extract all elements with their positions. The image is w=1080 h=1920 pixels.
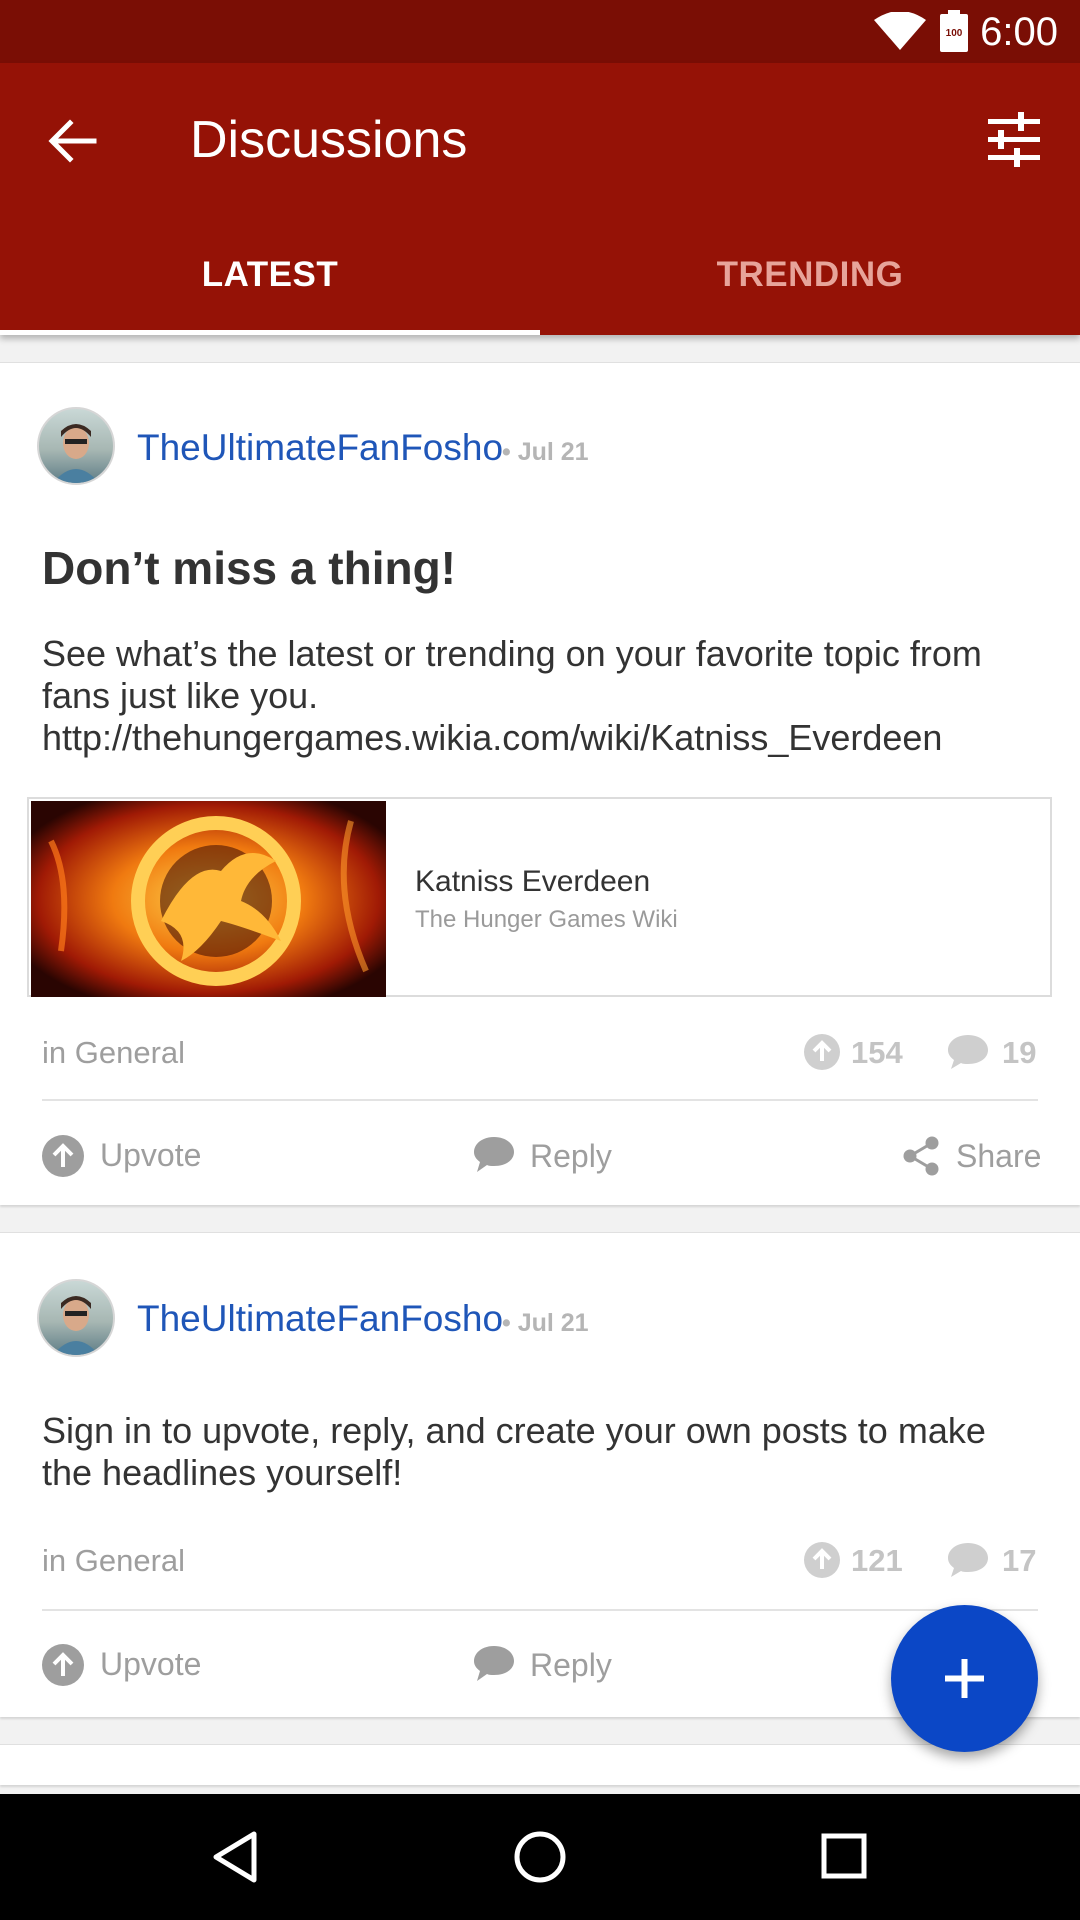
tab-trending[interactable]: TRENDING [540,245,1080,335]
upvote-count: 154 [851,1035,903,1070]
clock: 6:00 [980,10,1058,54]
post-title[interactable]: Don’t miss a thing! [42,539,456,597]
link-preview-site: The Hunger Games Wiki [415,906,678,933]
reply-count: 19 [1002,1035,1037,1070]
share-icon[interactable] [902,1135,940,1177]
nav-recents-icon[interactable] [820,1832,868,1880]
post-body-link[interactable]: http://thehungergames.wikia.com/wiki/Kat… [42,717,1042,759]
reply-button[interactable]: Reply [530,1136,612,1176]
post-body-line: the headlines yourself! [42,1452,403,1493]
post-body[interactable]: Sign in to upvote, reply, and create you… [42,1410,1042,1494]
nav-back-icon[interactable] [210,1830,260,1884]
tab-indicator [0,330,540,335]
battery-level: 100 [946,28,963,39]
upvote-count-icon [804,1542,840,1578]
plus-icon [945,1659,984,1698]
divider [42,1099,1038,1101]
status-bar: 100 6:00 [0,0,1080,63]
post-date: • Jul 21 [502,1309,589,1337]
post-body-line: fans just like you. [42,675,319,716]
reply-count-icon [948,1543,988,1577]
nav-home-icon[interactable] [513,1830,567,1884]
avatar-photo-icon [53,424,99,483]
sliders-icon[interactable] [984,109,1044,169]
category-label[interactable]: in General [42,1541,185,1581]
battery-icon: 100 [940,10,968,52]
avatar[interactable] [37,407,115,485]
post-date: • Jul 21 [502,438,589,466]
link-preview-title: Katniss Everdeen [415,865,651,898]
post-card[interactable]: TheUltimateFanFosho • Jul 21 Don’t miss … [0,362,1080,1205]
share-button[interactable]: Share [956,1136,1041,1176]
app-bar: Discussions LATEST TRENDING [0,63,1080,335]
system-nav-bar [0,1794,1080,1920]
avatar[interactable] [37,1279,115,1357]
mockingjay-thumbnail [31,801,386,997]
upvote-icon[interactable] [41,1643,85,1687]
upvote-count-icon [804,1034,840,1070]
post-body-line: See what’s the latest or trending on you… [42,633,982,674]
upvote-button[interactable]: Upvote [100,1135,201,1175]
link-preview-card[interactable]: Katniss Everdeen The Hunger Games Wiki [27,797,1052,997]
divider [42,1609,1038,1611]
category-label[interactable]: in General [42,1033,185,1073]
avatar-photo-icon [53,1296,99,1355]
reply-icon[interactable] [472,1135,516,1175]
author-link[interactable]: TheUltimateFanFosho [137,425,503,471]
reply-count-icon [948,1035,988,1069]
page-title: Discussions [190,111,468,169]
upvote-icon[interactable] [41,1134,85,1178]
wifi-icon [874,12,926,50]
reply-count: 17 [1002,1543,1037,1578]
tab-latest[interactable]: LATEST [0,245,540,335]
new-post-fab[interactable] [891,1605,1038,1752]
post-body[interactable]: See what’s the latest or trending on you… [42,633,1042,759]
back-arrow-icon[interactable] [44,113,100,169]
reply-button[interactable]: Reply [530,1645,612,1685]
post-body-line: Sign in to upvote, reply, and create you… [42,1410,986,1451]
reply-icon[interactable] [472,1644,516,1684]
upvote-count: 121 [851,1543,903,1578]
upvote-button[interactable]: Upvote [100,1644,201,1684]
author-link[interactable]: TheUltimateFanFosho [137,1296,503,1342]
